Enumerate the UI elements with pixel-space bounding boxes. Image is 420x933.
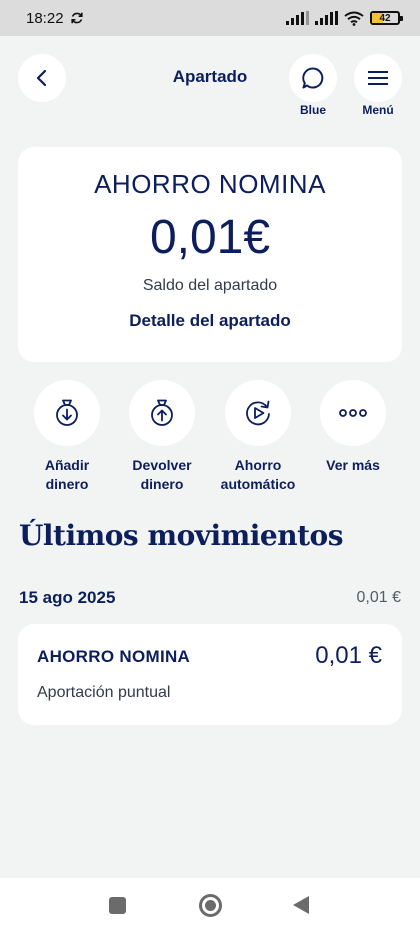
more-label: Ver más: [305, 456, 401, 475]
menu-label[interactable]: Menú: [348, 103, 408, 117]
add-money-action[interactable]: Añadir dinero: [19, 380, 115, 494]
auto-save-icon: [246, 400, 270, 426]
home-icon[interactable]: [199, 894, 222, 917]
signal-icon-2: [315, 11, 338, 25]
movement-day-total: 0,01 €: [356, 589, 401, 606]
status-bar: 18:22 42: [0, 0, 420, 36]
return-money-button[interactable]: [129, 380, 195, 446]
movement-amount: 0,01 €: [315, 642, 382, 669]
movement-description: Aportación puntual: [37, 684, 171, 701]
add-money-label-line2: dinero: [45, 476, 89, 492]
auto-save-action[interactable]: Ahorro automático: [210, 380, 306, 494]
hamburger-menu-icon: [368, 71, 388, 85]
movement-date-row: 15 ago 2025 0,01 €: [19, 588, 401, 608]
more-icon: [339, 409, 367, 417]
return-money-label-line1: Devolver: [132, 457, 192, 473]
add-money-button[interactable]: [34, 380, 100, 446]
add-money-label: Añadir dinero: [19, 456, 115, 494]
return-money-label: Devolver dinero: [114, 456, 210, 494]
return-money-icon: [151, 399, 173, 426]
signal-icon: [286, 11, 309, 25]
more-action[interactable]: Ver más: [305, 380, 401, 475]
more-button[interactable]: [320, 380, 386, 446]
status-time: 18:22: [26, 9, 64, 27]
movement-date: 15 ago 2025: [19, 588, 116, 607]
back-triangle-icon[interactable]: [293, 896, 309, 914]
blue-chat-button[interactable]: [289, 54, 337, 102]
add-money-icon: [56, 399, 78, 426]
account-name: AHORRO NOMINA: [94, 169, 326, 199]
status-left: 18:22: [26, 10, 84, 27]
account-balance: 0,01€: [149, 211, 271, 264]
auto-save-label-line2: automático: [220, 476, 296, 492]
add-money-label-line1: Añadir: [44, 457, 90, 473]
return-money-label-line2: dinero: [140, 476, 184, 492]
summary-card: AHORRO NOMINA 0,01€ Saldo del apartado D…: [18, 147, 402, 362]
auto-save-button[interactable]: [225, 380, 291, 446]
more-label-line1: Ver más: [326, 457, 380, 473]
movements-title: Últimos movimientos: [19, 519, 343, 552]
status-right: 42: [286, 11, 403, 26]
header: Apartado Blue Menú: [0, 36, 420, 126]
movement-item[interactable]: AHORRO NOMINA 0,01 € Aportación puntual: [18, 624, 402, 725]
menu-button[interactable]: [354, 54, 402, 102]
blue-label[interactable]: Blue: [283, 103, 343, 117]
return-money-action[interactable]: Devolver dinero: [114, 380, 210, 494]
detail-link[interactable]: Detalle del apartado: [18, 311, 402, 331]
balance-label: Saldo del apartado: [142, 277, 278, 294]
recents-icon[interactable]: [109, 897, 126, 914]
battery-icon: 42: [370, 11, 403, 25]
wifi-icon: [344, 11, 364, 26]
auto-save-label: Ahorro automático: [210, 456, 306, 494]
chat-bubble-icon: [302, 67, 324, 89]
quick-actions: Añadir dinero Devolver dinero Ahorro aut…: [0, 380, 420, 500]
system-nav-bar: [0, 878, 420, 933]
sync-icon: [70, 12, 83, 24]
movement-name: AHORRO NOMINA: [37, 647, 191, 666]
auto-save-label-line1: Ahorro: [234, 457, 282, 473]
battery-level: 42: [379, 12, 391, 24]
